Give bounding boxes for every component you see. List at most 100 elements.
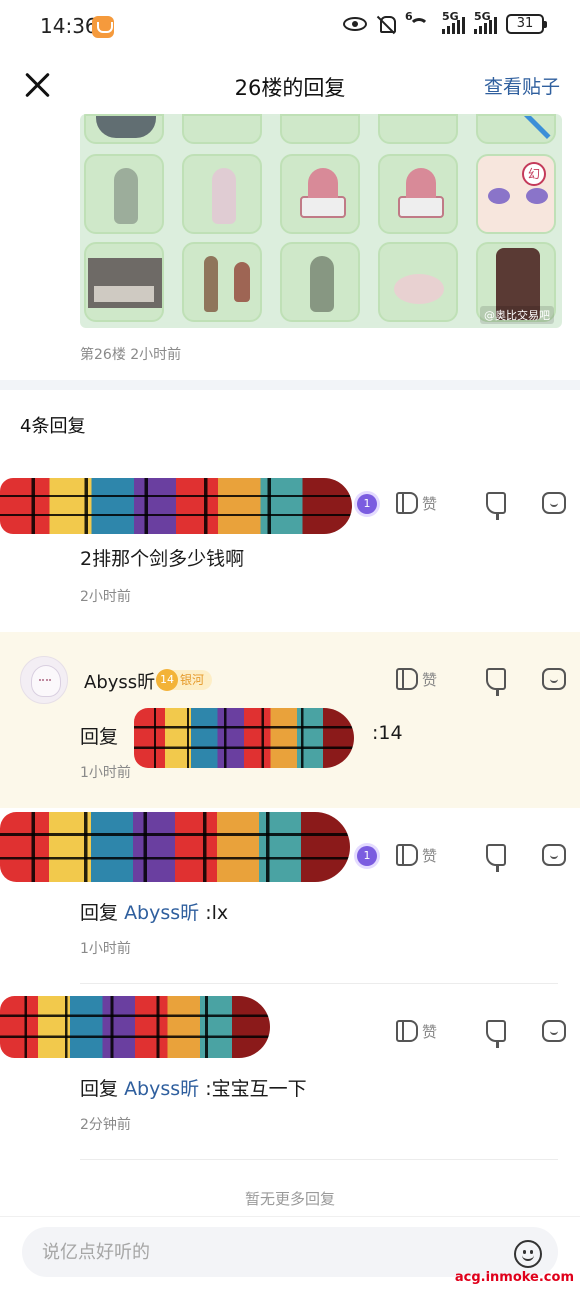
reply-button[interactable] bbox=[506, 492, 566, 514]
signal-icon: 5G bbox=[474, 10, 497, 34]
grid-image bbox=[280, 154, 360, 234]
mention-link[interactable]: Abyss昕 bbox=[124, 1078, 199, 1100]
eye-icon bbox=[343, 17, 367, 31]
section-divider bbox=[0, 380, 580, 390]
grid-image bbox=[182, 114, 262, 144]
reply-item: 1 赞 2排那个剑多少钱啊 2小时前 bbox=[0, 462, 580, 632]
status-time: 14:36 bbox=[40, 14, 98, 38]
bell-muted-icon bbox=[376, 14, 396, 34]
grid-image bbox=[378, 242, 458, 322]
signal-icon: 5G bbox=[442, 10, 465, 34]
grid-image bbox=[84, 242, 164, 322]
view-post-button[interactable]: 查看贴子 bbox=[484, 72, 560, 99]
reply-item: 赞 回复 Abyss昕 :宝宝互一下 2分钟前 bbox=[0, 984, 580, 1160]
thumb-down-icon bbox=[486, 844, 506, 872]
dislike-button[interactable] bbox=[452, 668, 506, 696]
status-bar: 14:36 6 5G 5G 31 bbox=[0, 0, 580, 56]
reply-prefix: 回复 bbox=[80, 902, 119, 924]
close-icon[interactable] bbox=[22, 70, 52, 100]
network-label: 5G bbox=[474, 10, 491, 23]
dislike-button[interactable] bbox=[452, 1020, 506, 1048]
reply-suffix: :lx bbox=[205, 902, 229, 924]
reply-content: 回复 bbox=[80, 722, 118, 749]
thumb-up-icon bbox=[396, 492, 418, 514]
network-label: 5G bbox=[442, 10, 459, 23]
like-label: 赞 bbox=[422, 494, 438, 513]
grid-image bbox=[182, 154, 262, 234]
post-image-grid[interactable]: 幻 @奥比交易吧 bbox=[80, 114, 562, 328]
like-label: 赞 bbox=[422, 670, 438, 689]
reply-button[interactable] bbox=[506, 844, 566, 866]
dislike-button[interactable] bbox=[452, 844, 506, 872]
like-button[interactable]: 赞 bbox=[396, 668, 452, 690]
grid-image bbox=[84, 154, 164, 234]
redacted-author bbox=[0, 812, 350, 882]
reply-suffix: :14 bbox=[372, 722, 403, 744]
comment-bar: acg.inmoke.com bbox=[0, 1216, 580, 1289]
reply-button[interactable] bbox=[506, 1020, 566, 1042]
grid-image bbox=[182, 242, 262, 322]
top-nav: 26楼的回复 查看贴子 bbox=[0, 56, 580, 114]
reply-actions: 赞 bbox=[396, 668, 566, 696]
redacted-author bbox=[0, 478, 352, 534]
reply-item: Abyss昕 14 银河 赞 回复 :14 1小时前 bbox=[0, 632, 580, 808]
mention-link[interactable]: Abyss昕 bbox=[124, 902, 199, 924]
level-number: 14 bbox=[156, 669, 178, 691]
emoji-icon[interactable] bbox=[514, 1240, 542, 1268]
reply-time: 1小时前 bbox=[80, 941, 131, 957]
dislike-button[interactable] bbox=[452, 492, 506, 520]
no-more-replies: 暂无更多回复 bbox=[244, 1190, 335, 1208]
site-watermark: acg.inmoke.com bbox=[454, 1270, 574, 1285]
reply-time: 1小时前 bbox=[80, 765, 131, 781]
reply-count: 4条回复 bbox=[20, 416, 86, 437]
reply-button[interactable] bbox=[506, 668, 566, 690]
reply-suffix: :宝宝互一下 bbox=[205, 1078, 307, 1100]
grid-image bbox=[280, 114, 360, 144]
wifi-icon: 6 bbox=[405, 10, 433, 34]
reply-prefix: 回复 bbox=[80, 726, 119, 748]
reply-prefix: 回复 bbox=[80, 1078, 119, 1100]
reply-content: 回复 Abyss昕 :宝宝互一下 bbox=[80, 1074, 307, 1101]
member-badge: 1 bbox=[357, 846, 377, 866]
like-label: 赞 bbox=[422, 846, 438, 865]
thumb-down-icon bbox=[486, 668, 506, 696]
thumb-down-icon bbox=[486, 492, 506, 520]
grid-image bbox=[378, 114, 458, 144]
grid-image bbox=[378, 154, 458, 234]
reply-actions: 赞 bbox=[396, 492, 566, 520]
level-title: 银河 bbox=[180, 673, 205, 687]
divider bbox=[80, 1159, 558, 1160]
redacted-mention bbox=[134, 708, 354, 768]
app-notification-icon bbox=[92, 16, 114, 38]
reply-actions: 赞 bbox=[396, 1020, 566, 1048]
comment-icon bbox=[542, 492, 566, 514]
reply-content: 回复 Abyss昕 :lx bbox=[80, 898, 228, 925]
like-button[interactable]: 赞 bbox=[396, 1020, 452, 1042]
image-watermark: @奥比交易吧 bbox=[480, 306, 554, 324]
redacted-author bbox=[0, 996, 270, 1058]
avatar[interactable] bbox=[20, 656, 68, 704]
magic-badge: 幻 bbox=[522, 162, 546, 186]
reply-actions: 赞 bbox=[396, 844, 566, 872]
like-button[interactable]: 赞 bbox=[396, 492, 452, 514]
like-button[interactable]: 赞 bbox=[396, 844, 452, 866]
member-badge: 1 bbox=[357, 494, 377, 514]
grid-image bbox=[280, 242, 360, 322]
like-label: 赞 bbox=[422, 1022, 438, 1041]
grid-image bbox=[476, 114, 556, 144]
reply-time: 2小时前 bbox=[80, 589, 131, 605]
username[interactable]: Abyss昕 bbox=[84, 668, 155, 694]
grid-image: 幻 bbox=[476, 154, 556, 234]
reply-item: 1 赞 回复 Abyss昕 :lx 1小时前 bbox=[0, 808, 580, 984]
comment-icon bbox=[542, 668, 566, 690]
reply-time: 2分钟前 bbox=[80, 1117, 131, 1133]
status-icons: 6 5G 5G 31 bbox=[343, 10, 547, 34]
floor-meta: 第26楼 2小时前 bbox=[80, 347, 182, 363]
grid-image bbox=[84, 114, 164, 144]
comment-icon bbox=[542, 844, 566, 866]
level-badge: 14 银河 bbox=[156, 669, 213, 691]
battery-icon: 31 bbox=[506, 14, 547, 34]
thumb-down-icon bbox=[486, 1020, 506, 1048]
thumb-up-icon bbox=[396, 668, 418, 690]
comment-icon bbox=[542, 1020, 566, 1042]
